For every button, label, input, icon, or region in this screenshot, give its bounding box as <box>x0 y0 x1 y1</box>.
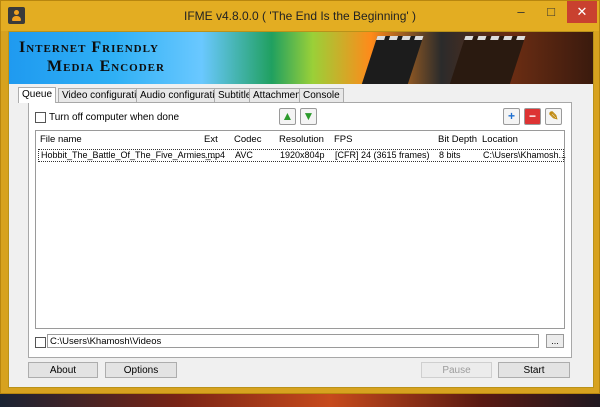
cell-fps: [CFR] 24 (3615 frames) <box>335 150 430 160</box>
minimize-button[interactable]: – <box>506 1 536 23</box>
cell-location: C:\Users\Khamosh... <box>483 150 567 160</box>
turn-off-label: Turn off computer when done <box>49 112 180 123</box>
banner-image: Internet Friendly Media Encoder <box>9 32 593 84</box>
banner-line2: Media Encoder <box>47 58 165 75</box>
cell-resolution: 1920x804p <box>280 150 325 160</box>
banner-line1: Internet Friendly <box>19 39 159 56</box>
move-down-icon: ▼ <box>302 109 315 123</box>
add-file-button[interactable]: + <box>503 108 520 125</box>
move-up-button[interactable]: ▲ <box>279 108 296 125</box>
cell-bit-depth: 8 bits <box>439 150 461 160</box>
add-icon: + <box>507 109 515 123</box>
column-header-resolution[interactable]: Resolution <box>279 134 324 145</box>
remove-icon: − <box>528 109 536 123</box>
options-button[interactable]: Options <box>105 362 177 378</box>
column-header-bit-depth[interactable]: Bit Depth <box>438 134 477 145</box>
cell-codec: AVC <box>235 150 253 160</box>
remove-file-button[interactable]: − <box>524 108 541 125</box>
turn-off-checkbox[interactable] <box>35 112 46 123</box>
column-header-ext[interactable]: Ext <box>204 134 218 145</box>
start-button[interactable]: Start <box>498 362 570 378</box>
about-button[interactable]: About <box>28 362 98 378</box>
film-strip-graphic <box>360 36 424 84</box>
title-bar: IFME v4.8.0.0 ( 'The End Is the Beginnin… <box>1 1 599 31</box>
maximize-button[interactable]: □ <box>536 1 566 23</box>
cell-ext: .mp4 <box>205 150 226 160</box>
column-header-file-name[interactable]: File name <box>40 134 82 145</box>
output-folder-checkbox[interactable] <box>35 337 46 348</box>
app-window: IFME v4.8.0.0 ( 'The End Is the Beginnin… <box>0 0 600 394</box>
move-down-button[interactable]: ▼ <box>300 108 317 125</box>
tab-console[interactable]: Console <box>299 88 344 102</box>
browse-button[interactable]: ... <box>546 334 564 348</box>
pause-button[interactable]: Pause <box>421 362 492 378</box>
close-button[interactable]: ✕ <box>567 1 597 23</box>
queue-list[interactable]: File name Ext Codec Resolution FPS Bit D… <box>35 130 567 329</box>
list-header: File name Ext Codec Resolution FPS Bit D… <box>36 131 564 146</box>
film-strip-graphic <box>448 36 526 84</box>
move-up-icon: ▲ <box>281 109 294 123</box>
cell-file-name: Hobbit_The_Battle_Of_The_Five_Armies_... <box>41 150 219 160</box>
clear-icon: ✎ <box>548 109 559 123</box>
clear-queue-button[interactable]: ✎ <box>545 108 562 125</box>
column-header-codec[interactable]: Codec <box>234 134 261 145</box>
banner-title: Internet Friendly Media Encoder <box>19 38 165 76</box>
table-row[interactable]: Hobbit_The_Battle_Of_The_Five_Armies_...… <box>38 149 567 162</box>
column-header-location[interactable]: Location <box>482 134 518 145</box>
tab-queue[interactable]: Queue <box>18 87 57 103</box>
output-path-field[interactable]: C:\Users\Khamosh\Videos <box>47 334 539 348</box>
column-header-fps[interactable]: FPS <box>334 134 352 145</box>
